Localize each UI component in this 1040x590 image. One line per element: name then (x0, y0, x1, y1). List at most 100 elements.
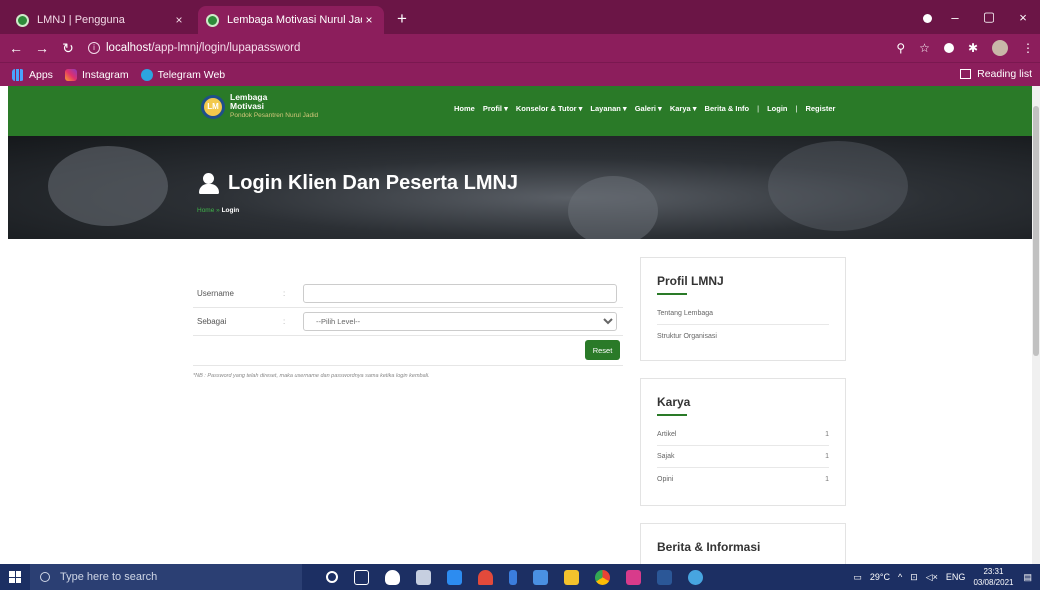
network-icon[interactable]: ⊡ (910, 572, 918, 583)
language-label[interactable]: ENG (946, 572, 966, 582)
system-tray: ▭ 29°C ^ ⊡ ◁× ENG 23:31 03/08/2021 ▤ (853, 564, 1040, 590)
sidebar-item-sajak[interactable]: Sajak 1 (657, 446, 829, 468)
forward-arrow-icon[interactable]: → (32, 40, 52, 56)
menu-register[interactable]: Register (805, 104, 835, 113)
menu-berita-info[interactable]: Berita & Info (705, 104, 750, 113)
clock-date: 03/08/2021 (973, 578, 1014, 587)
maximize-button[interactable]: ▢ (972, 9, 1006, 25)
menu-layanan[interactable]: Layanan ▾ (590, 104, 626, 113)
level-select[interactable]: --Pilih Level-- (303, 312, 617, 331)
url-path: /app-lmnj/login/lupapassword (151, 42, 301, 54)
telegram-icon (140, 68, 153, 81)
sebagai-label: Sebagai (197, 317, 227, 326)
logo-text: Lembaga Motivasi Pondok Pesantren Nurul … (230, 93, 318, 120)
instagram-icon (64, 68, 77, 81)
security-icon[interactable] (385, 569, 400, 585)
bookmark-telegram[interactable]: Telegram Web (140, 68, 225, 81)
bookmarks-bar: Apps Instagram Telegram Web (0, 62, 1040, 86)
item-label: Tentang Lembaga (657, 310, 714, 317)
camera-app-icon[interactable] (416, 569, 431, 585)
notification-icon[interactable]: ▤ (1023, 572, 1032, 583)
tab-close-icon[interactable]: × (362, 13, 376, 27)
level-row: Sebagai : --Pilih Level-- (193, 308, 623, 336)
extensions-puzzle-icon[interactable]: ✱ (968, 41, 978, 55)
url-host: localhost (106, 42, 152, 54)
tab-close-icon[interactable]: × (172, 13, 186, 27)
reading-list-label: Reading list (977, 68, 1032, 80)
profil-card: Profil LMNJ Tentang Lembaga Struktur Org… (640, 257, 846, 361)
help-app-icon[interactable] (688, 569, 703, 585)
cortana-icon[interactable] (326, 571, 338, 583)
menu-karya[interactable]: Karya ▾ (670, 104, 697, 113)
task-view-icon[interactable] (354, 569, 369, 585)
colon: : (283, 289, 286, 298)
button-row: Reset (193, 336, 623, 366)
minimize-button[interactable]: – (938, 10, 972, 25)
toolbar-actions: ⚲ ☆ ✱ ⋮ (896, 34, 1034, 62)
item-label: Sajak (657, 453, 675, 460)
site-logo[interactable]: LM Lembaga Motivasi Pondok Pesantren Nur… (201, 93, 318, 120)
tray-chevron-icon[interactable]: ^ (898, 572, 902, 582)
search-placeholder: Type here to search (60, 571, 158, 583)
reset-button[interactable]: Reset (585, 340, 620, 360)
item-count: 1 (825, 475, 829, 483)
reading-list-button[interactable]: Reading list (960, 62, 1032, 86)
taskbar-clock[interactable]: 23:31 03/08/2021 (973, 566, 1013, 588)
sidebar-item-artikel[interactable]: Artikel 1 (657, 424, 829, 446)
sidebar-item-struktur[interactable]: Struktur Organisasi (657, 325, 829, 347)
start-button[interactable] (0, 564, 30, 590)
item-count: 1 (825, 431, 829, 438)
git-app-icon[interactable] (478, 569, 493, 585)
menu-konselor-tutor[interactable]: Konselor & Tutor ▾ (516, 104, 583, 113)
tab-lmnj-pengguna[interactable]: LMNJ | Pengguna × (8, 6, 194, 34)
menu-galeri[interactable]: Galeri ▾ (635, 104, 662, 113)
browser-menu-icon[interactable]: ⋮ (1022, 41, 1034, 55)
item-count: 1 (825, 453, 829, 460)
zoom-icon[interactable]: ⚲ (896, 41, 905, 55)
sidebar-item-tentang[interactable]: Tentang Lembaga (657, 303, 829, 325)
sidebar-item-opini[interactable]: Opini 1 (657, 468, 829, 490)
title-underline (657, 293, 687, 295)
new-tab-button[interactable]: + (392, 9, 412, 29)
karya-title: Karya (657, 395, 691, 409)
bookmark-label: Instagram (81, 68, 129, 81)
vscode-icon[interactable] (447, 569, 462, 585)
weather-icon[interactable]: ▭ (853, 572, 862, 583)
word-icon[interactable] (657, 569, 672, 585)
close-window-button[interactable]: × (1006, 10, 1040, 25)
recording-indicator-icon (923, 14, 932, 23)
menu-login[interactable]: Login (767, 104, 787, 113)
weather-temp[interactable]: 29°C (870, 572, 890, 582)
reload-icon[interactable]: ↻ (58, 40, 78, 57)
taskbar-search[interactable]: Type here to search (30, 564, 302, 590)
search-icon (40, 572, 50, 582)
volume-icon[interactable]: ◁× (926, 572, 938, 583)
editor-app-icon[interactable] (509, 569, 517, 585)
url-field[interactable]: i localhost /app-lmnj/login/lupapassword (88, 42, 888, 54)
menu-home[interactable]: Home (454, 104, 475, 113)
menu-separator: | (757, 104, 760, 113)
back-arrow-icon[interactable]: ← (6, 40, 26, 56)
menu-profil[interactable]: Profil ▾ (483, 104, 508, 113)
bookmark-apps[interactable]: Apps (12, 68, 53, 81)
scrollbar-thumb[interactable] (1033, 106, 1039, 356)
profile-avatar[interactable] (992, 40, 1008, 56)
breadcrumb: Home » Login (197, 207, 239, 214)
site-info-icon[interactable]: i (88, 42, 100, 54)
breadcrumb-home[interactable]: Home (197, 207, 214, 214)
tab-lembaga-motivasi[interactable]: Lembaga Motivasi Nurul Jadid - × (198, 6, 384, 34)
breadcrumb-current: Login (221, 207, 240, 214)
profil-title: Profil LMNJ (657, 274, 724, 288)
username-input[interactable] (303, 284, 617, 303)
file-explorer-icon[interactable] (564, 569, 579, 585)
reading-list-icon (960, 69, 972, 79)
page-scrollbar[interactable] (1032, 86, 1040, 564)
bookmark-label: Apps (29, 68, 53, 81)
bookmark-instagram[interactable]: Instagram (64, 68, 129, 81)
store-icon[interactable] (533, 569, 548, 585)
extension-icon[interactable] (943, 43, 954, 53)
chrome-icon[interactable] (595, 569, 610, 585)
app-icon[interactable] (626, 569, 641, 585)
bookmark-star-icon[interactable]: ☆ (919, 41, 930, 55)
address-bar: ← → ↻ i localhost /app-lmnj/login/lupapa… (0, 34, 1040, 62)
